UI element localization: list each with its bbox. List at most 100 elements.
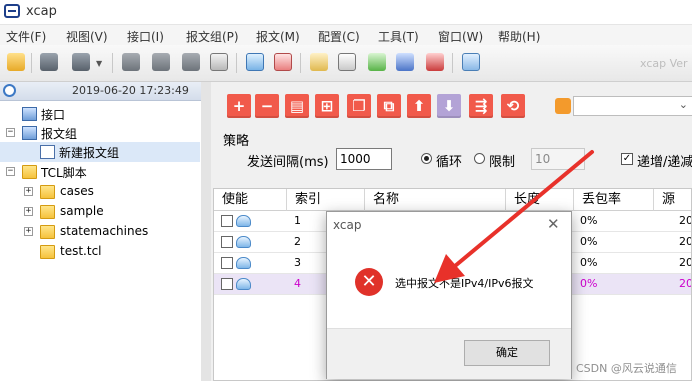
column-header-length[interactable]: 长度	[506, 189, 574, 211]
reset-icon: ⟲	[506, 97, 520, 115]
list-icon[interactable]	[338, 53, 356, 71]
packet-group-icon	[22, 126, 37, 140]
error-dialog: xcap ✕ ✕ 选中报文不是IPv4/IPv6报文 确定	[326, 211, 572, 379]
send-icon[interactable]	[122, 53, 140, 71]
row-index: 3	[294, 256, 301, 269]
collapse-icon[interactable]: −	[6, 167, 15, 176]
menu-interface[interactable]: 接口(I)	[127, 28, 164, 45]
project-tree-panel: 2019-06-20 17:23:49 接口 − 报文组 新建报文组 − TCL…	[0, 82, 202, 381]
menu-file[interactable]: 文件(F)	[6, 28, 46, 45]
toolbar-separator	[452, 53, 453, 73]
new-packet-icon[interactable]	[246, 53, 264, 71]
panel-splitter[interactable]	[201, 82, 211, 381]
row-loss: 0%	[580, 235, 598, 248]
package-icon[interactable]	[426, 53, 444, 71]
send-all-icon[interactable]	[152, 53, 170, 71]
menu-help[interactable]: 帮助(H)	[498, 28, 540, 45]
remove-button[interactable]: −	[255, 94, 279, 118]
column-header-index[interactable]: 索引	[287, 189, 365, 211]
tree-item-new-packet-group[interactable]: 新建报文组	[0, 142, 200, 162]
datetime-label: 2019-06-20 17:23:49	[72, 84, 189, 97]
chat-icon[interactable]	[462, 53, 480, 71]
rss-icon[interactable]	[555, 98, 571, 114]
tree-item-cases[interactable]: + cases	[0, 182, 200, 202]
tree-item-label: sample	[60, 204, 104, 218]
open-project-icon[interactable]	[7, 53, 25, 71]
watermark: CSDN @风云说通信	[576, 362, 677, 375]
collapse-icon[interactable]: −	[6, 128, 15, 137]
connect-icon[interactable]	[40, 53, 58, 71]
column-header-name[interactable]: 名称	[365, 189, 506, 211]
export-icon[interactable]	[368, 53, 386, 71]
arrow-down-icon: ⬇	[442, 97, 456, 115]
computer-icon	[22, 107, 37, 121]
toolbar-separator	[112, 53, 113, 73]
toolbar-separator	[300, 53, 301, 73]
edit-icon[interactable]	[310, 53, 328, 71]
menu-packet-group[interactable]: 报文组(P)	[186, 28, 239, 45]
script-file-icon	[40, 245, 55, 259]
tree-item-label: test.tcl	[60, 244, 102, 258]
window-title: xcap	[26, 4, 57, 19]
expand-icon[interactable]: +	[24, 207, 33, 216]
group-button[interactable]: ⊞	[315, 94, 339, 118]
enable-checkbox[interactable]	[221, 257, 233, 269]
folder-icon	[40, 225, 55, 239]
add-button[interactable]: +	[227, 94, 251, 118]
paste-icon: ⧉	[383, 97, 395, 115]
tree-icon: ⇶	[474, 97, 488, 115]
title-bar: xcap	[0, 0, 692, 25]
limit-radio[interactable]	[474, 153, 485, 164]
tree-item-sample[interactable]: + sample	[0, 202, 200, 222]
tree-item-test-tcl[interactable]: test.tcl	[0, 242, 200, 262]
properties-button[interactable]: ▤	[285, 94, 309, 118]
row-loss: 0%	[580, 277, 598, 290]
limit-label: 限制	[489, 155, 516, 170]
tree-item-label: statemachines	[60, 224, 149, 238]
close-icon[interactable]: ✕	[547, 215, 560, 233]
column-header-loss-rate[interactable]: 丢包率	[574, 189, 654, 211]
move-up-button[interactable]: ⬆	[407, 94, 431, 118]
menu-config[interactable]: 配置(C)	[318, 28, 360, 45]
menu-window[interactable]: 窗口(W)	[438, 28, 483, 45]
menu-packet[interactable]: 报文(M)	[256, 28, 300, 45]
chart-icon[interactable]	[396, 53, 414, 71]
disconnect-icon[interactable]	[72, 53, 90, 71]
increment-label: 递增/递减	[637, 155, 692, 170]
delete-packet-icon[interactable]	[274, 53, 292, 71]
tree-item-interface[interactable]: 接口	[0, 104, 200, 124]
strategy-title: 策略	[223, 134, 250, 149]
clock-icon	[3, 84, 16, 97]
enable-checkbox[interactable]	[221, 278, 233, 290]
tree-item-label: 接口	[41, 108, 66, 122]
menu-tools[interactable]: 工具(T)	[378, 28, 419, 45]
toolbar: ▼ xcap Ver	[0, 45, 692, 82]
ok-button[interactable]: 确定	[464, 340, 550, 366]
expand-icon[interactable]: +	[24, 187, 33, 196]
column-header-enable[interactable]: 使能	[214, 189, 287, 211]
loop-radio[interactable]	[421, 153, 432, 164]
interface-select[interactable]: ⌄	[573, 96, 692, 116]
column-header-source[interactable]: 源	[654, 189, 691, 211]
reset-button[interactable]: ⟲	[501, 94, 525, 118]
tree-item-statemachines[interactable]: + statemachines	[0, 222, 200, 242]
expand-icon[interactable]: +	[24, 227, 33, 236]
tree-item-packet-group[interactable]: − 报文组	[0, 123, 200, 143]
limit-input[interactable]	[531, 148, 585, 170]
interval-input[interactable]	[336, 148, 392, 170]
dropdown-arrow-icon[interactable]: ▼	[96, 59, 102, 68]
tree-item-label: cases	[60, 184, 94, 198]
increment-checkbox[interactable]: ✓	[621, 153, 633, 165]
minus-icon: −	[260, 97, 274, 115]
enable-checkbox[interactable]	[221, 215, 233, 227]
copy-button[interactable]: ❐	[347, 94, 371, 118]
tree-item-tcl-script[interactable]: − TCL脚本	[0, 162, 200, 182]
menu-view[interactable]: 视图(V)	[66, 28, 108, 45]
book-icon[interactable]	[210, 53, 228, 71]
enable-checkbox[interactable]	[221, 236, 233, 248]
tree-button[interactable]: ⇶	[469, 94, 493, 118]
tree-item-label: 新建报文组	[59, 146, 120, 160]
paste-button[interactable]: ⧉	[377, 94, 401, 118]
move-down-button[interactable]: ⬇	[437, 94, 461, 118]
save-icon[interactable]	[182, 53, 200, 71]
